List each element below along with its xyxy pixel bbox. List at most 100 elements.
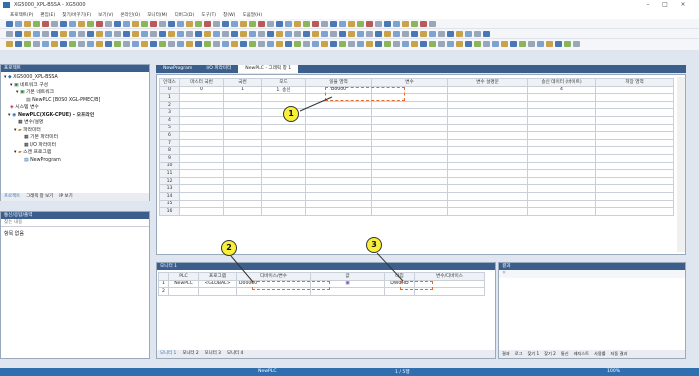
tree-network-config[interactable]: ▾ ▣ 네트워크 구성	[4, 82, 146, 90]
tree-newplc[interactable]: ▾ ◉ NewPLC(XGK-CPUE) - 오프라인	[4, 112, 146, 120]
toolbar-icon[interactable]	[87, 41, 94, 47]
toolbar-icon[interactable]	[114, 41, 121, 47]
table-cell[interactable]	[595, 207, 674, 216]
toolbar-icon[interactable]	[105, 21, 112, 27]
toolbar-icon[interactable]	[456, 41, 463, 47]
toolbar-icon[interactable]	[294, 21, 301, 27]
toolbar-icon[interactable]	[15, 41, 22, 47]
table-cell[interactable]	[371, 176, 448, 186]
table-cell[interactable]	[595, 199, 674, 209]
table-cell[interactable]	[223, 108, 262, 117]
toolbar-icon[interactable]	[429, 41, 436, 47]
toolbar-icon[interactable]	[330, 21, 337, 27]
menu-debug[interactable]: 디버그(D)	[174, 12, 194, 18]
table-cell[interactable]	[305, 199, 372, 209]
toolbar-icon[interactable]	[366, 31, 373, 37]
toolbar-icon[interactable]	[6, 21, 13, 27]
table-cell[interactable]	[527, 93, 596, 102]
toolbar-icon[interactable]	[132, 21, 139, 27]
tree-system-variables[interactable]: ◈ 시스템 변수	[4, 104, 146, 112]
toolbar-icon[interactable]	[321, 31, 328, 37]
toolbar-icon[interactable]	[357, 21, 364, 27]
toolbar-icon[interactable]	[6, 31, 13, 37]
toolbar-icon[interactable]	[240, 31, 247, 37]
table-cell[interactable]	[305, 207, 372, 216]
toolbar-icon[interactable]	[69, 31, 76, 37]
table-cell[interactable]	[595, 93, 674, 102]
table-cell[interactable]	[527, 108, 596, 117]
table-cell[interactable]	[261, 146, 306, 155]
toolbar-icon[interactable]	[411, 31, 418, 37]
tab-output-6[interactable]: 사용률	[594, 350, 606, 358]
table-cell[interactable]	[595, 176, 674, 186]
table-cell[interactable]	[261, 138, 306, 148]
table-cell[interactable]	[179, 108, 224, 117]
table-cell[interactable]	[223, 176, 262, 186]
menu-edit[interactable]: 편집(E)	[40, 12, 55, 18]
toolbar-icon[interactable]	[393, 31, 400, 37]
toolbar-icon[interactable]	[267, 21, 274, 27]
toolbar-icon[interactable]	[420, 21, 427, 27]
toolbar-icon[interactable]	[69, 41, 76, 47]
table-cell[interactable]	[447, 131, 528, 140]
table-cell[interactable]	[447, 123, 528, 133]
table-cell[interactable]	[179, 131, 224, 140]
table-cell[interactable]	[305, 153, 372, 163]
toolbar-icon[interactable]	[357, 31, 364, 37]
toolbar-icon[interactable]	[123, 21, 130, 27]
toolbar-icon[interactable]	[285, 41, 292, 47]
toolbar-icon[interactable]	[267, 41, 274, 47]
table-cell[interactable]	[595, 191, 674, 201]
toolbar-icon[interactable]	[15, 21, 22, 27]
toolbar-icon[interactable]	[231, 41, 238, 47]
toolbar-icon[interactable]	[348, 41, 355, 47]
toolbar-icon[interactable]	[276, 31, 283, 37]
menu-online[interactable]: 온라인(O)	[120, 12, 140, 18]
tab-output-2[interactable]: 찾기 1	[527, 350, 539, 358]
toolbar-icon[interactable]	[348, 21, 355, 27]
toolbar-icon[interactable]	[168, 41, 175, 47]
table-cell[interactable]	[179, 207, 224, 216]
toolbar-icon[interactable]	[195, 21, 202, 27]
table-cell[interactable]	[223, 123, 262, 133]
table-cell[interactable]	[179, 161, 224, 171]
table-cell[interactable]	[447, 169, 528, 178]
toolbar-icon[interactable]	[276, 41, 283, 47]
toolbar-icon[interactable]	[438, 41, 445, 47]
toolbar-icon[interactable]	[510, 41, 517, 47]
table-cell[interactable]	[305, 161, 372, 171]
tab-io-parameter[interactable]: I/O 파라미터	[199, 65, 238, 73]
toolbar-icon[interactable]	[24, 31, 31, 37]
tab-output-5[interactable]: 레지스트	[574, 350, 589, 358]
toolbar-icon[interactable]	[258, 41, 265, 47]
table-cell[interactable]	[371, 199, 448, 209]
tree-newplc-node[interactable]: ▤ NewPLC [B0S0 XGL-PMEC/B]	[4, 97, 146, 105]
toolbar-icon[interactable]	[555, 41, 562, 47]
toolbar-icon[interactable]	[195, 31, 202, 37]
toolbar-icon[interactable]	[465, 31, 472, 37]
table-cell[interactable]	[261, 191, 306, 201]
table-cell[interactable]	[527, 169, 596, 178]
table-cell[interactable]	[305, 115, 372, 125]
toolbar-icon[interactable]	[546, 41, 553, 47]
table-cell[interactable]	[527, 146, 596, 155]
tree-project-root[interactable]: ▾ ◆ XG5000_XPL-BSSA	[4, 74, 146, 82]
table-cell[interactable]	[223, 93, 262, 102]
table-cell[interactable]	[595, 138, 674, 148]
table-cell[interactable]	[447, 184, 528, 193]
table-cell[interactable]	[179, 138, 224, 148]
table-cell[interactable]	[527, 176, 596, 186]
table-cell[interactable]	[447, 176, 528, 186]
toolbar-icon[interactable]	[411, 21, 418, 27]
toolbar-icon[interactable]	[240, 21, 247, 27]
tab-monitor-3[interactable]: 모니터 3	[205, 350, 221, 358]
table-cell[interactable]	[223, 146, 262, 155]
table-cell[interactable]	[223, 199, 262, 209]
toolbar-icon[interactable]	[87, 31, 94, 37]
toolbar-icon[interactable]	[186, 41, 193, 47]
toolbar-icon[interactable]	[96, 21, 103, 27]
tree-basic-parameter[interactable]: ▦ 기본 파라미터	[4, 134, 146, 142]
toolbar-icon[interactable]	[447, 41, 454, 47]
table-cell[interactable]	[371, 153, 448, 163]
toolbar-icon[interactable]	[114, 21, 121, 27]
